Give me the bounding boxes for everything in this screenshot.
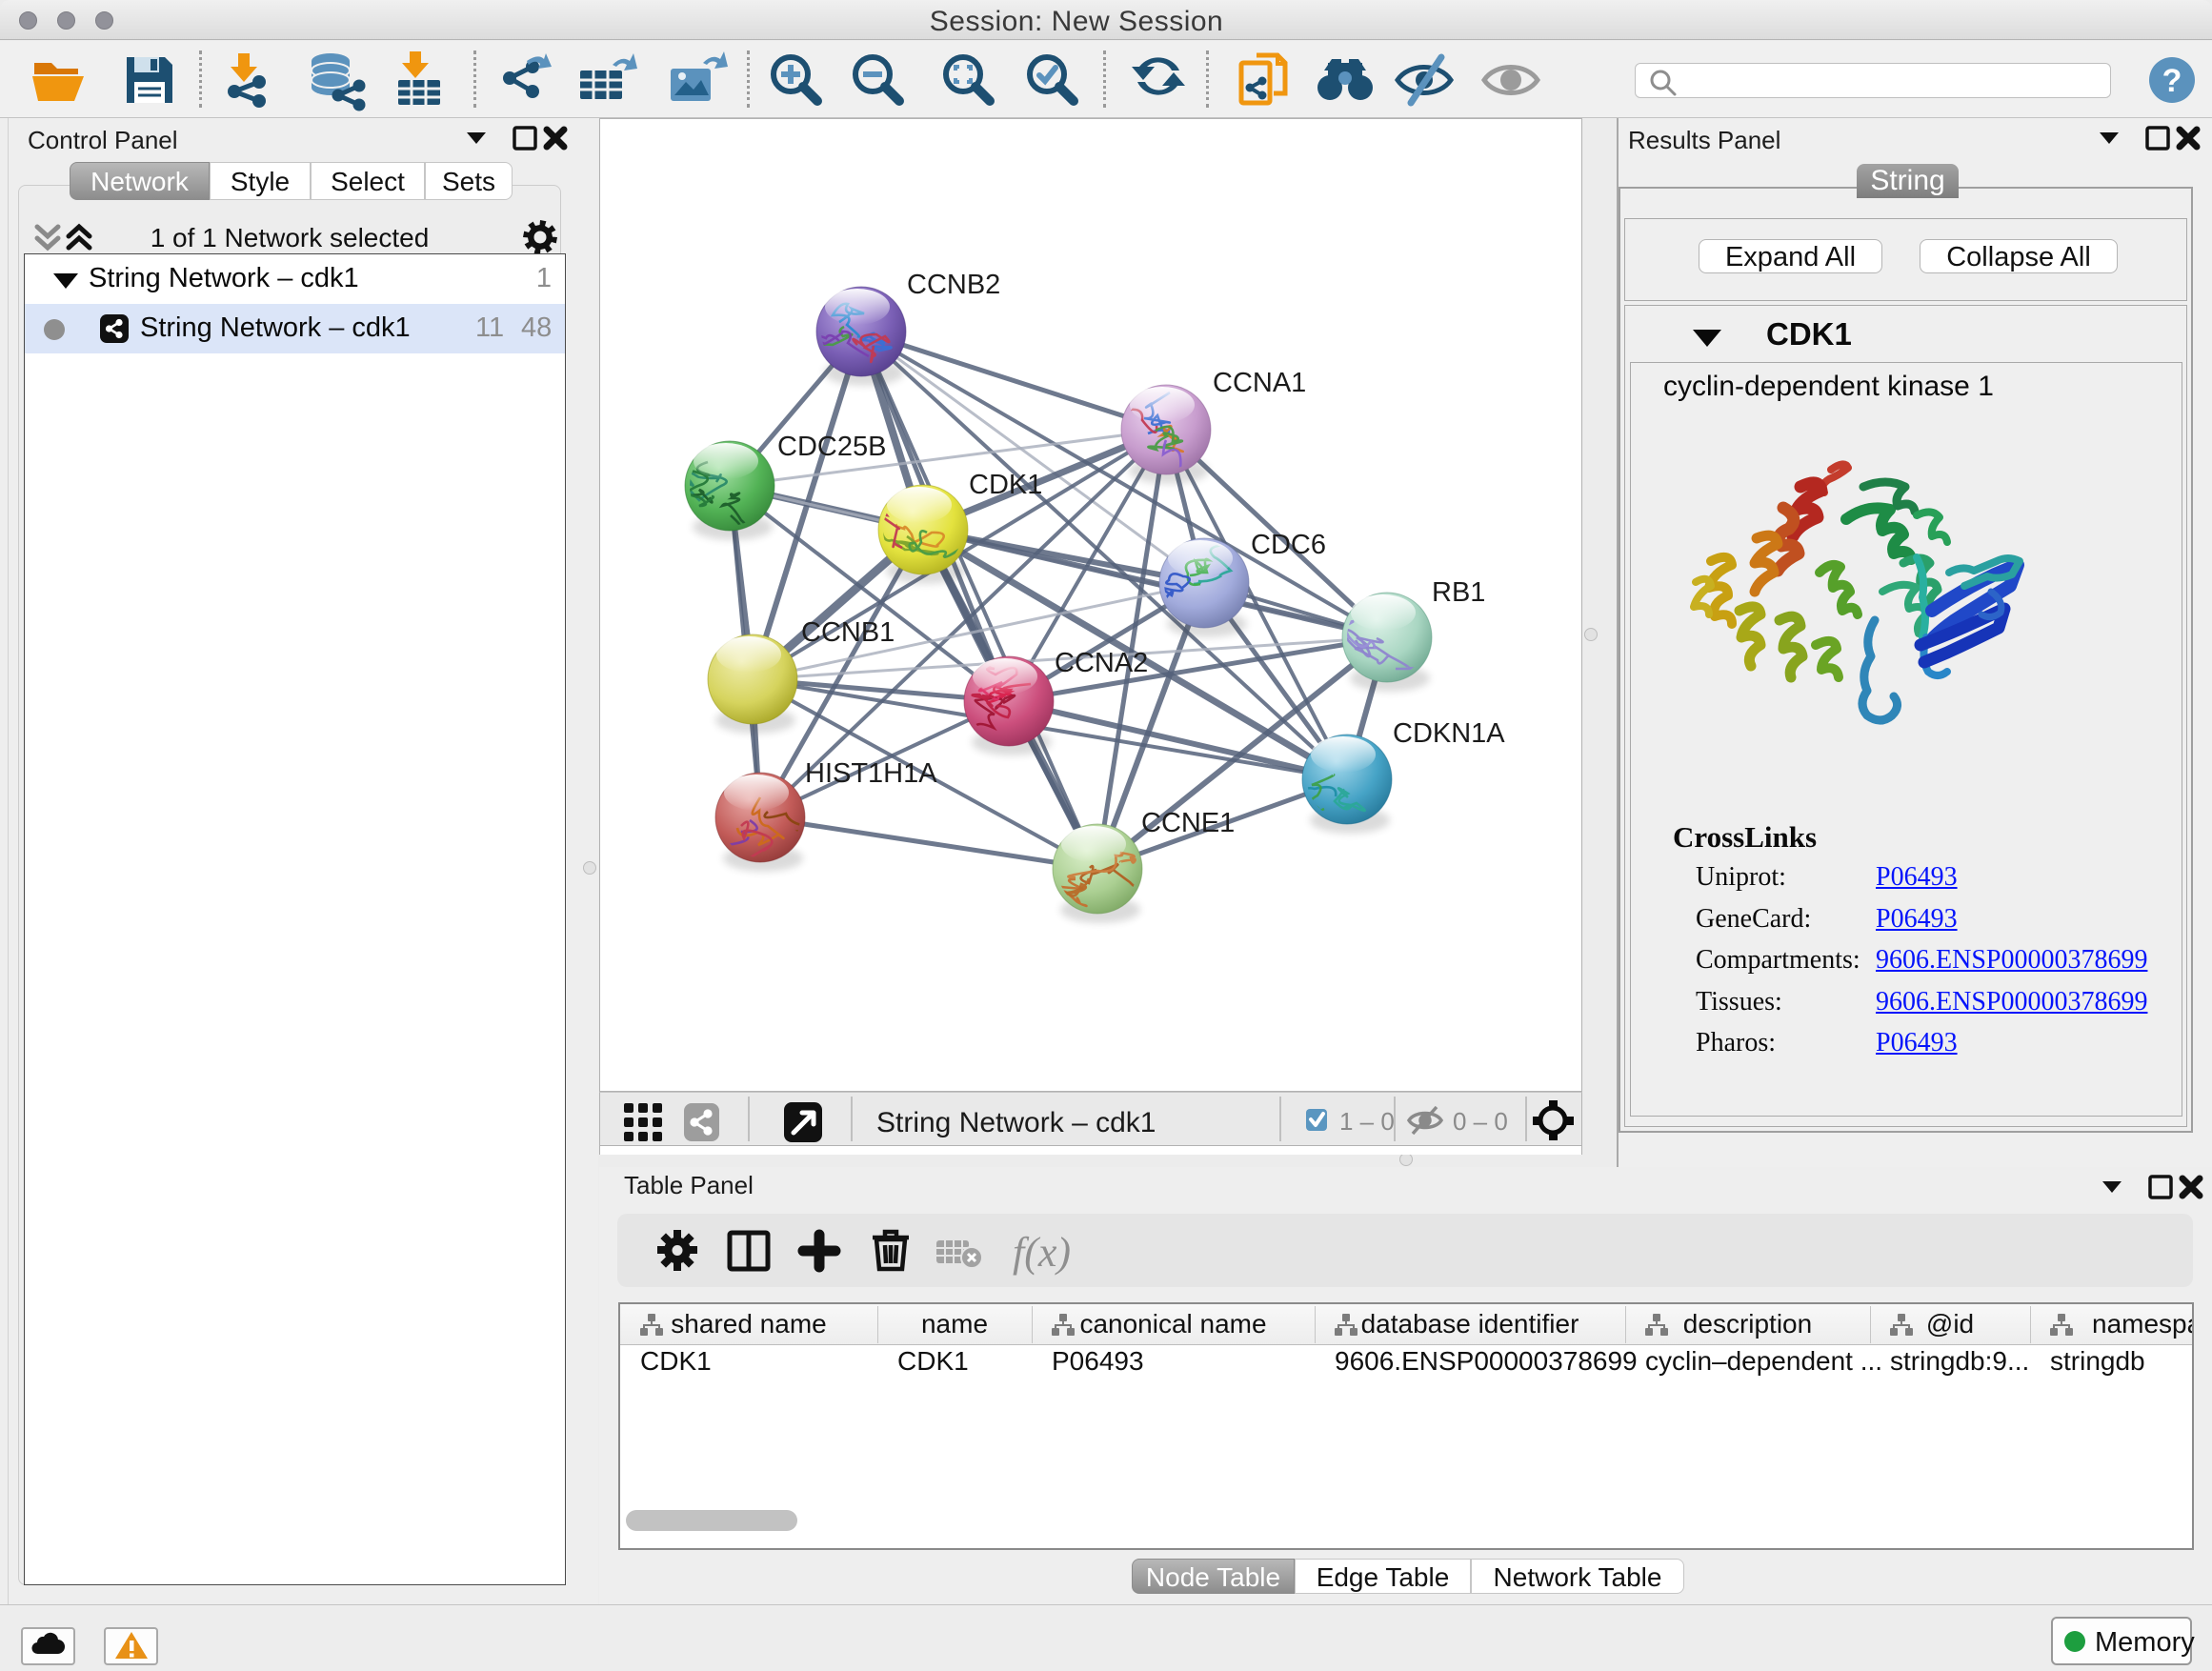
svg-text:CCNE1: CCNE1 <box>1141 808 1235 838</box>
svg-text:CDC25B: CDC25B <box>777 432 886 462</box>
svg-text:0 – 0: 0 – 0 <box>1453 1107 1508 1136</box>
svg-text:CCNA1: CCNA1 <box>1213 368 1306 398</box>
svg-text:String Network – cdk1: String Network – cdk1 <box>876 1107 1156 1138</box>
svg-text:CCNB1: CCNB1 <box>801 617 895 648</box>
svg-text:CCNA2: CCNA2 <box>1055 648 1148 678</box>
svg-text:CCNB2: CCNB2 <box>907 270 1000 300</box>
svg-text:HIST1H1A: HIST1H1A <box>805 758 937 789</box>
svg-text:RB1: RB1 <box>1432 577 1485 608</box>
svg-text:CDKN1A: CDKN1A <box>1393 718 1505 749</box>
svg-text:f(x): f(x) <box>1013 1229 1071 1276</box>
svg-text:1 – 0: 1 – 0 <box>1339 1107 1395 1136</box>
svg-text:?: ? <box>2162 63 2182 99</box>
svg-text:CDK1: CDK1 <box>969 470 1042 500</box>
svg-text:CDC6: CDC6 <box>1251 530 1326 560</box>
